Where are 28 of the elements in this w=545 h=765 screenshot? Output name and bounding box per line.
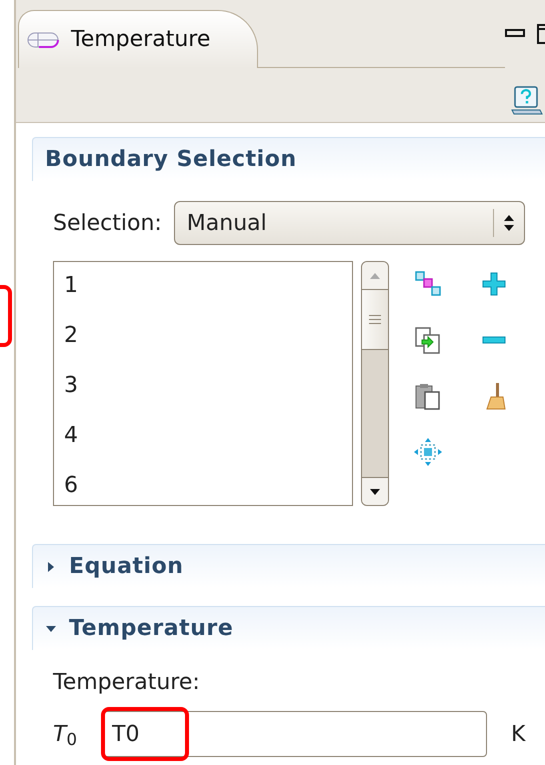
view-tab[interactable]: Temperature xyxy=(18,10,258,68)
list-item[interactable]: 4 xyxy=(64,424,352,448)
temperature-field[interactable]: T0 xyxy=(103,711,487,757)
list-item[interactable]: 3 xyxy=(64,374,352,398)
minimize-icon[interactable] xyxy=(505,29,526,39)
section-title: Boundary Selection xyxy=(45,146,297,174)
pill-icon xyxy=(27,30,59,48)
copy-arrow-icon[interactable] xyxy=(413,325,443,355)
nodes-icon[interactable] xyxy=(413,269,443,299)
list-item[interactable]: 2 xyxy=(64,324,352,348)
list-item[interactable]: 1 xyxy=(64,274,352,298)
symbol-label: T$_{0}$ xyxy=(53,720,78,750)
move-selection-icon[interactable] xyxy=(413,437,443,467)
section-header[interactable]: Temperature xyxy=(32,606,545,650)
scrollbar[interactable] xyxy=(361,261,389,506)
section-header[interactable]: Boundary Selection xyxy=(32,137,545,181)
selection-label: Selection: xyxy=(53,210,162,238)
section-header[interactable]: Equation xyxy=(32,544,545,588)
selection-list[interactable]: 1 2 3 4 6 xyxy=(53,261,353,506)
unit-label: K xyxy=(511,720,526,748)
clipboard-icon[interactable] xyxy=(413,381,443,411)
section-title: Equation xyxy=(69,553,184,581)
help-laptop-icon[interactable] xyxy=(511,86,544,116)
scroll-down-icon[interactable] xyxy=(369,488,381,496)
list-item[interactable]: 6 xyxy=(64,474,352,498)
field-label: Temperature: xyxy=(53,669,201,697)
section-title: Temperature xyxy=(69,615,234,643)
selection-dropdown[interactable]: Manual xyxy=(174,201,526,245)
